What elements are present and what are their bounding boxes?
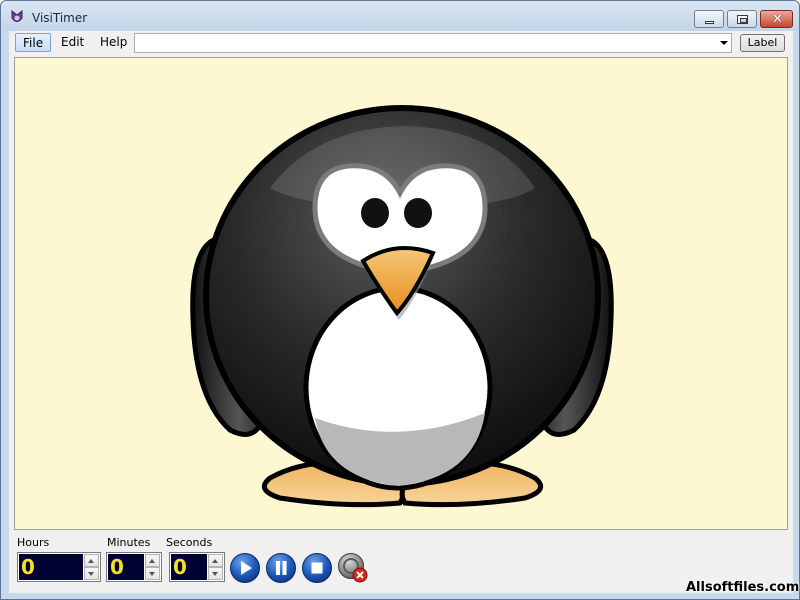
maximize-button[interactable] <box>727 10 757 28</box>
title-bar[interactable]: VisiTimer ✕ <box>1 1 799 31</box>
stop-button[interactable] <box>301 552 333 584</box>
close-icon: ✕ <box>772 12 783 27</box>
hours-up-button[interactable] <box>84 554 99 567</box>
play-button[interactable] <box>229 552 261 584</box>
hours-label: Hours <box>17 536 50 549</box>
menu-bar: File Edit Help Label <box>9 31 793 55</box>
menu-help[interactable]: Help <box>93 33 134 52</box>
minimize-icon <box>705 21 714 24</box>
seconds-stepper[interactable]: 0 <box>169 552 225 582</box>
app-window: VisiTimer ✕ File Edit Help Label Hours M… <box>0 0 800 600</box>
seconds-label: Seconds <box>166 536 213 549</box>
hours-stepper[interactable]: 0 <box>17 552 101 582</box>
minutes-up-button[interactable] <box>145 554 160 567</box>
menu-edit[interactable]: Edit <box>54 33 91 52</box>
hours-down-button[interactable] <box>84 567 99 580</box>
app-icon <box>11 9 23 22</box>
menu-file[interactable]: File <box>15 33 52 52</box>
minutes-down-button[interactable] <box>145 567 160 580</box>
client-area: File Edit Help Label Hours Minutes Secon… <box>9 31 793 593</box>
hours-input[interactable]: 0 <box>19 554 83 580</box>
watermark-text: Allsoftfiles.com <box>686 580 800 595</box>
reset-icon <box>338 553 368 583</box>
penguin-image <box>190 105 614 508</box>
reset-button[interactable] <box>337 552 369 584</box>
label-button[interactable]: Label <box>740 34 785 52</box>
window-title: VisiTimer <box>32 11 88 25</box>
close-button[interactable]: ✕ <box>760 10 793 28</box>
display-area <box>14 57 788 530</box>
minimize-button[interactable] <box>694 10 724 28</box>
seconds-up-button[interactable] <box>208 554 223 567</box>
timer-controls: Hours Minutes Seconds 0 0 0 <box>9 531 793 593</box>
seconds-down-button[interactable] <box>208 567 223 580</box>
label-combo[interactable] <box>134 33 732 53</box>
minutes-input[interactable]: 0 <box>108 554 144 580</box>
stop-icon <box>311 562 323 574</box>
minutes-label: Minutes <box>107 536 151 549</box>
seconds-input[interactable]: 0 <box>171 554 207 580</box>
minutes-stepper[interactable]: 0 <box>106 552 162 582</box>
maximize-icon <box>737 15 748 24</box>
pause-button[interactable] <box>265 552 297 584</box>
chevron-down-icon[interactable] <box>720 41 728 45</box>
